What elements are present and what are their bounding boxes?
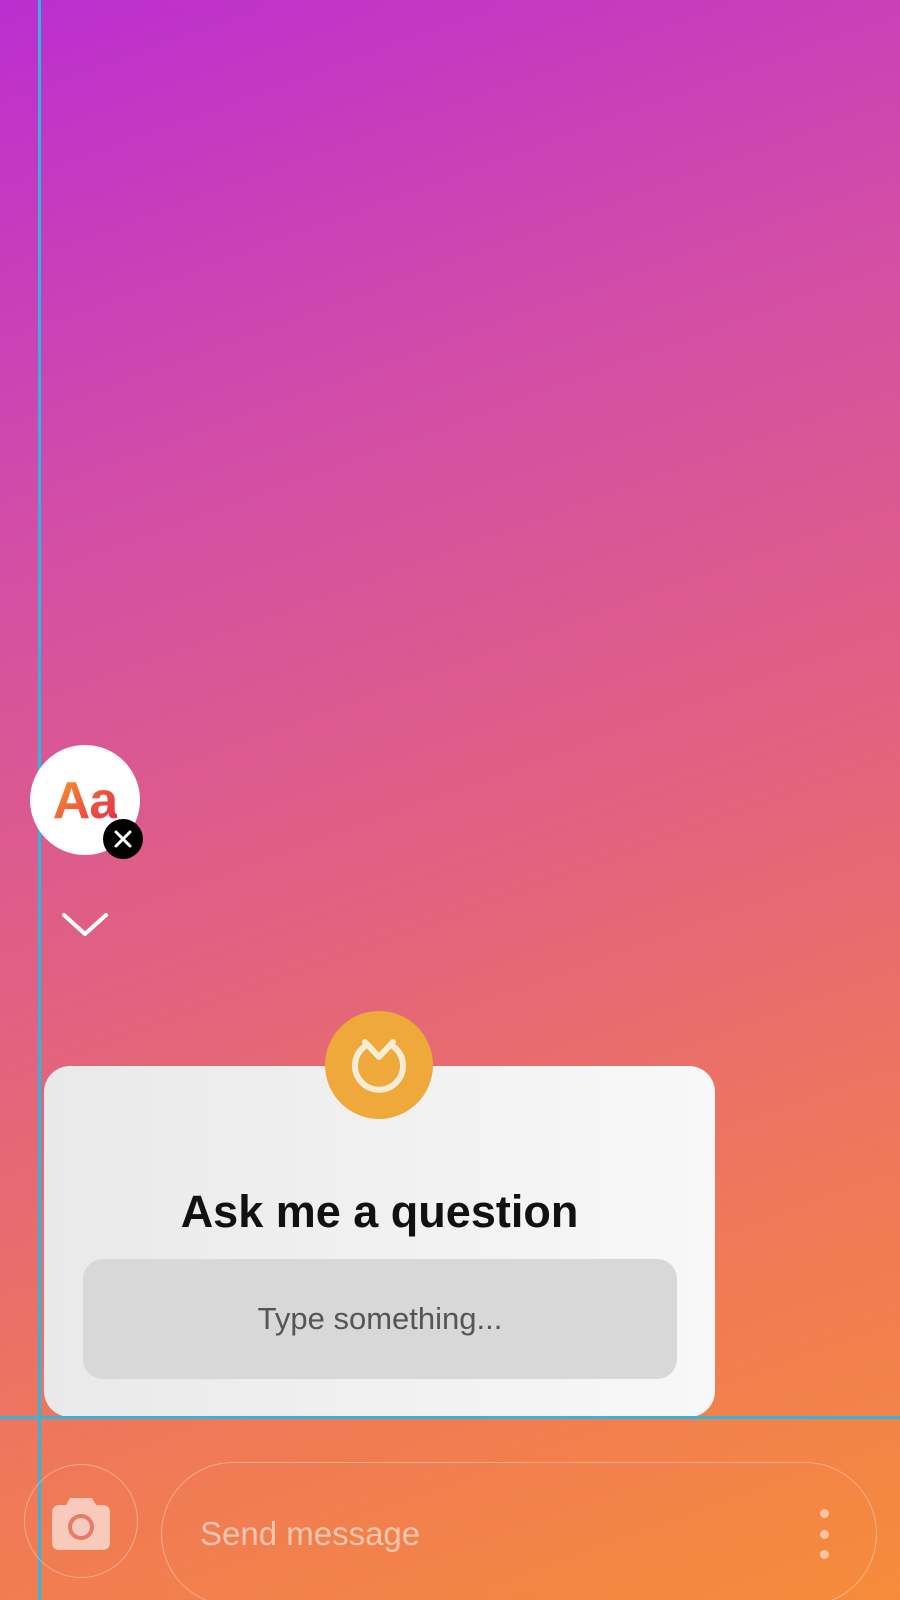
- question-answer-field[interactable]: Type something...: [83, 1259, 677, 1379]
- more-vertical-icon: [819, 1509, 829, 1518]
- more-options-button[interactable]: [812, 1509, 836, 1559]
- question-sticker-title: Ask me a question: [180, 1186, 579, 1237]
- more-vertical-icon-dot: [819, 1529, 829, 1539]
- more-vertical-icon-dot: [819, 1550, 829, 1559]
- question-sticker-logo-icon: [325, 1011, 433, 1119]
- camera-button[interactable]: [24, 1464, 138, 1578]
- horizontal-alignment-guide: [0, 1416, 900, 1419]
- remove-sticker-button[interactable]: [103, 819, 143, 859]
- send-message-placeholder: Send message: [200, 1515, 421, 1552]
- close-icon: [114, 830, 132, 848]
- camera-icon: [52, 1498, 110, 1550]
- chevron-down-icon[interactable]: [60, 910, 110, 940]
- text-style-icon: Aa: [52, 772, 118, 830]
- send-message-input[interactable]: Send message: [161, 1462, 877, 1600]
